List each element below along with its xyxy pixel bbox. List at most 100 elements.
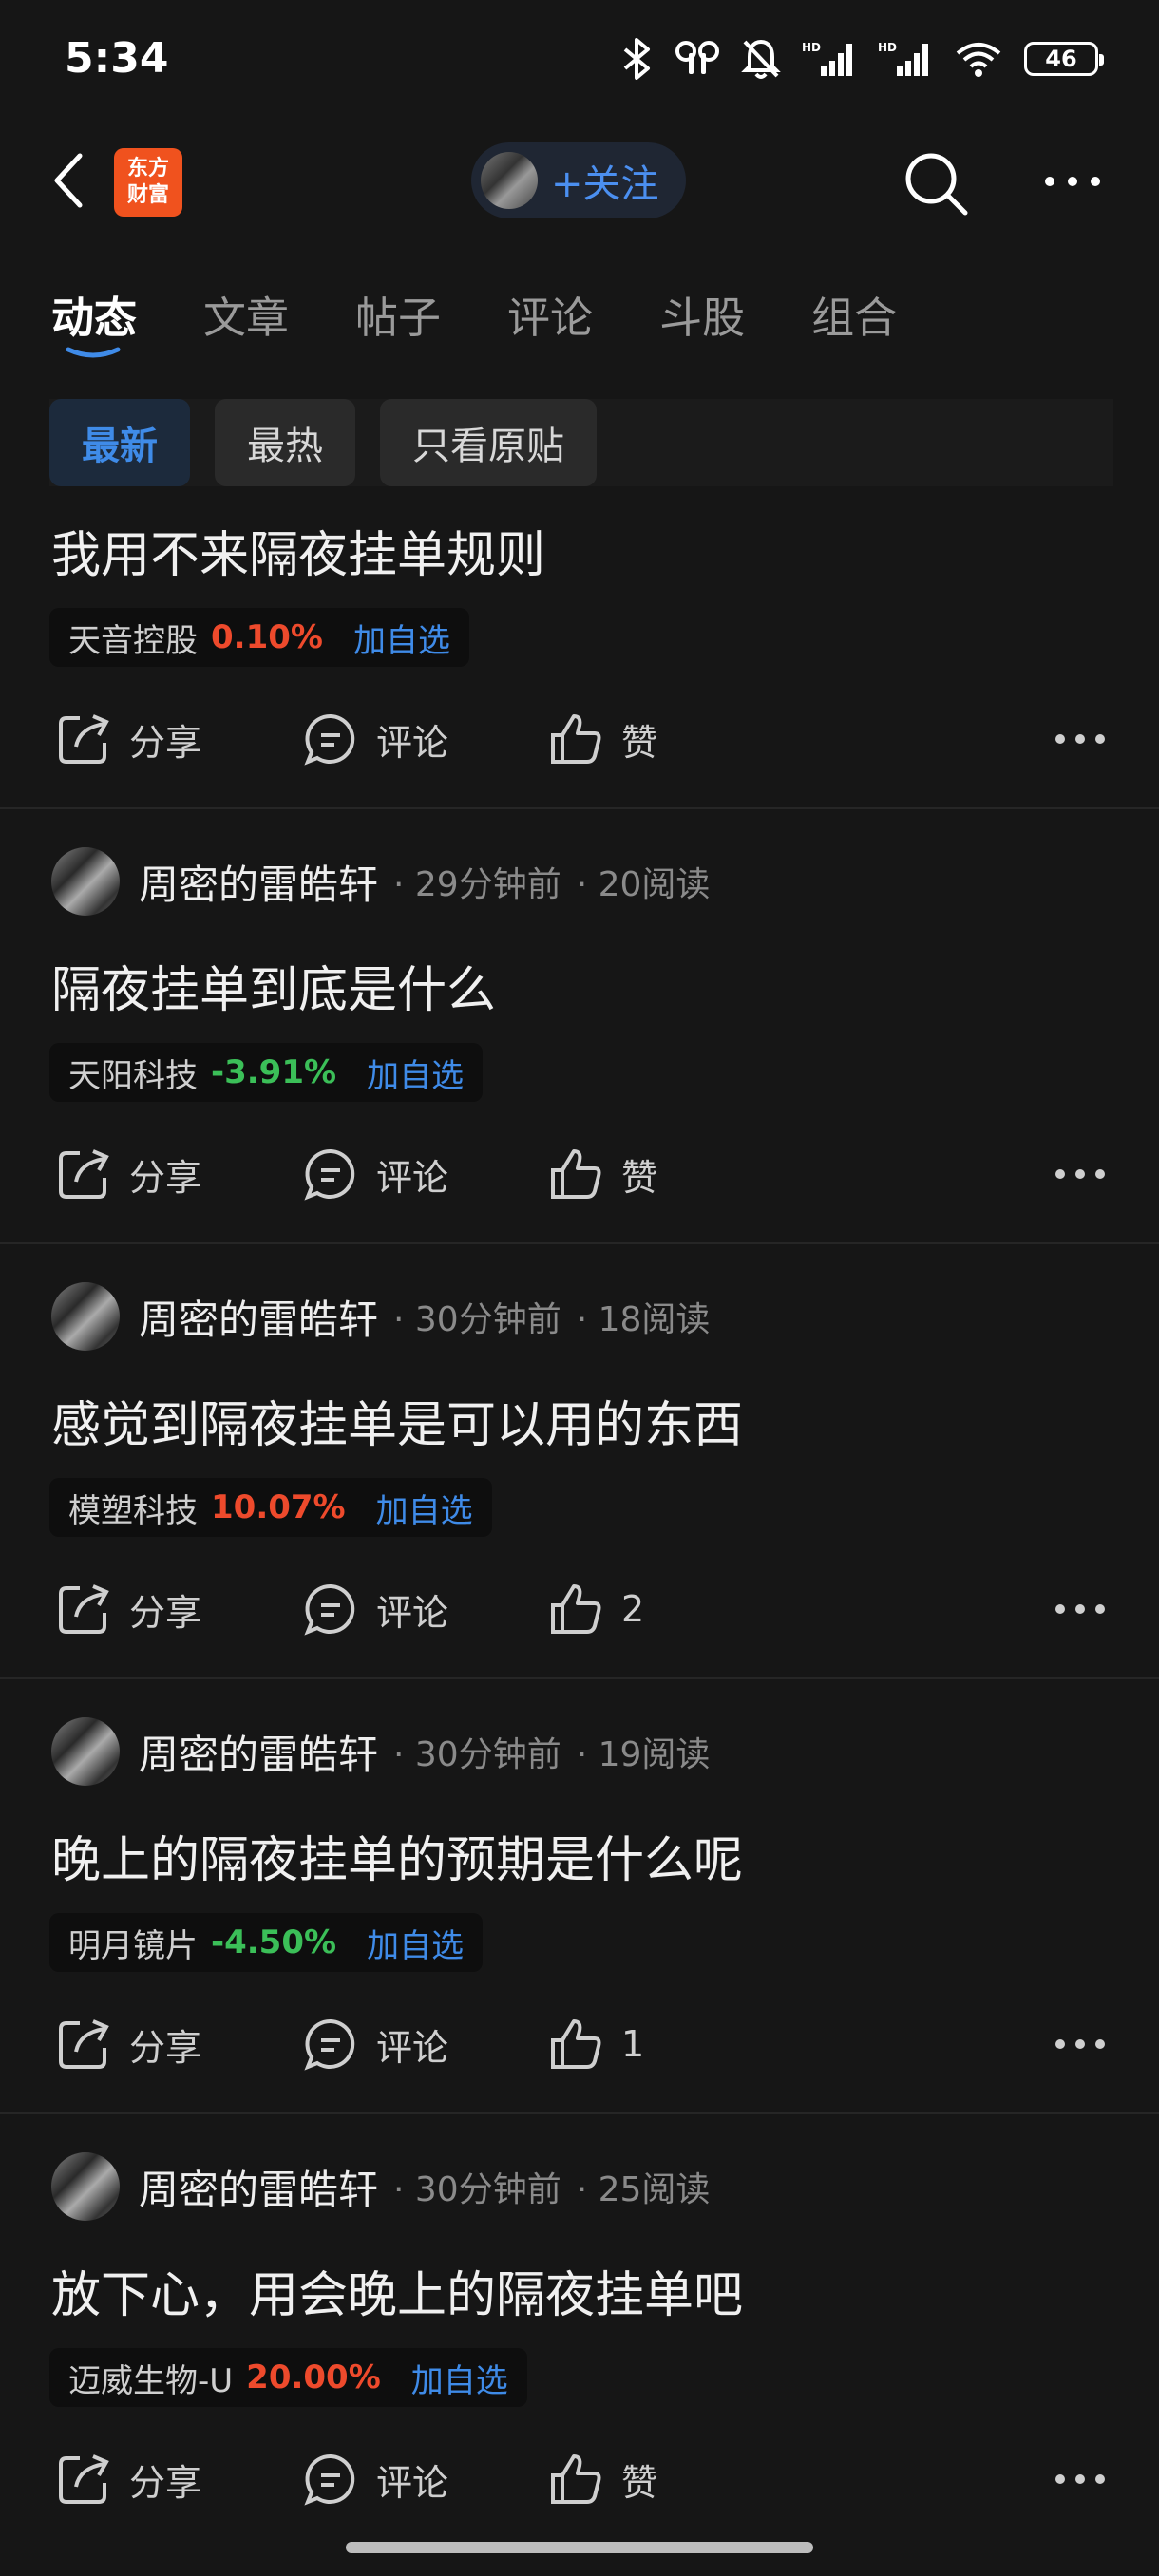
back-arrow-icon[interactable] bbox=[49, 150, 87, 211]
battery-level: 46 bbox=[1045, 46, 1077, 72]
comment-icon bbox=[304, 1148, 355, 1201]
comment-button[interactable]: 评论 bbox=[302, 701, 448, 777]
post-title[interactable]: 隔夜挂单到底是什么 bbox=[51, 950, 496, 1021]
filter-hottest[interactable]: 最热 bbox=[215, 399, 355, 486]
post-more-button[interactable] bbox=[1054, 2006, 1123, 2082]
add-watchlist-button[interactable]: 加自选 bbox=[411, 2355, 508, 2401]
post-actions: 分享 评论 2 bbox=[0, 1571, 1159, 1647]
stock-tag[interactable]: 天阳科技 -3.91% 加自选 bbox=[49, 1043, 484, 1102]
comment-button[interactable]: 评论 bbox=[302, 2006, 448, 2082]
avatar[interactable] bbox=[51, 1282, 120, 1351]
more-menu-icon[interactable] bbox=[1043, 167, 1102, 196]
status-icons: HD HD 46 bbox=[621, 38, 1104, 80]
comment-label: 评论 bbox=[376, 2461, 449, 2504]
share-icon bbox=[59, 714, 109, 764]
tab-portfolio[interactable]: 组合 bbox=[811, 283, 897, 345]
signal-hd-2-icon: HD bbox=[878, 41, 928, 76]
post-actions: 分享 评论 赞 bbox=[0, 1136, 1159, 1212]
author-name[interactable]: 周密的雷皓轩 bbox=[139, 2158, 378, 2216]
read-count: · 20阅读 bbox=[576, 865, 711, 904]
tab-posts[interactable]: 帖子 bbox=[355, 283, 441, 345]
earbuds-icon bbox=[675, 41, 719, 74]
add-watchlist-button[interactable]: 加自选 bbox=[367, 1920, 464, 1966]
post-more-button[interactable] bbox=[1054, 2441, 1123, 2517]
comment-button[interactable]: 评论 bbox=[302, 1571, 448, 1647]
post-time: · 30分钟前 bbox=[393, 1735, 561, 1774]
like-count: 1 bbox=[621, 2023, 645, 2065]
share-button[interactable]: 分享 bbox=[55, 2441, 201, 2517]
stock-tag[interactable]: 天音控股 0.10% 加自选 bbox=[49, 608, 469, 667]
stock-tag[interactable]: 模塑科技 10.07% 加自选 bbox=[49, 1478, 492, 1537]
share-button[interactable]: 分享 bbox=[55, 2006, 201, 2082]
add-watchlist-button[interactable]: 加自选 bbox=[367, 1050, 464, 1096]
top-bar: 东方 财富 +关注 bbox=[0, 133, 1159, 228]
avatar[interactable] bbox=[51, 847, 120, 916]
add-watchlist-button[interactable]: 加自选 bbox=[376, 1485, 473, 1531]
tab-stock-battle[interactable]: 斗股 bbox=[659, 283, 745, 345]
author-name[interactable]: 周密的雷皓轩 bbox=[139, 1723, 378, 1781]
post-actions: 分享 评论 赞 bbox=[0, 2441, 1159, 2517]
tab-comments[interactable]: 评论 bbox=[507, 283, 593, 345]
search-icon[interactable] bbox=[901, 148, 971, 218]
share-icon bbox=[59, 2454, 109, 2504]
stock-tag[interactable]: 明月镜片 -4.50% 加自选 bbox=[49, 1913, 484, 1972]
read-count: · 25阅读 bbox=[576, 2170, 711, 2209]
like-button[interactable]: 2 bbox=[547, 1571, 644, 1647]
filter-original-only[interactable]: 只看原贴 bbox=[380, 399, 597, 486]
comment-button[interactable]: 评论 bbox=[302, 2441, 448, 2517]
post-more-button[interactable] bbox=[1054, 701, 1123, 777]
share-label: 分享 bbox=[129, 1156, 202, 1199]
tab-active-indicator bbox=[66, 347, 121, 358]
share-button[interactable]: 分享 bbox=[55, 1136, 201, 1212]
follow-button[interactable]: +关注 bbox=[471, 142, 686, 218]
comment-label: 评论 bbox=[376, 721, 449, 764]
post-title[interactable]: 晚上的隔夜挂单的预期是什么呢 bbox=[51, 1820, 743, 1891]
post-more-button[interactable] bbox=[1054, 1571, 1123, 1647]
thumbs-up-icon bbox=[551, 2019, 601, 2069]
author-name[interactable]: 周密的雷皓轩 bbox=[139, 853, 378, 911]
svg-text:HD: HD bbox=[802, 41, 821, 54]
comment-label: 评论 bbox=[376, 1156, 449, 1199]
comment-icon bbox=[304, 1583, 355, 1636]
stock-tag[interactable]: 迈威生物-U 20.00% 加自选 bbox=[49, 2348, 527, 2407]
post-title[interactable]: 我用不来隔夜挂单规则 bbox=[51, 515, 545, 586]
thumbs-up-icon bbox=[551, 1149, 601, 1199]
post-title[interactable]: 放下心，用会晚上的隔夜挂单吧 bbox=[51, 2255, 743, 2326]
stock-change: -3.91% bbox=[211, 1053, 337, 1091]
share-label: 分享 bbox=[129, 721, 202, 764]
tab-articles[interactable]: 文章 bbox=[203, 283, 289, 345]
author-name[interactable]: 周密的雷皓轩 bbox=[139, 1288, 378, 1346]
wifi-icon bbox=[956, 43, 1001, 77]
like-button[interactable]: 1 bbox=[547, 2006, 644, 2082]
share-button[interactable]: 分享 bbox=[55, 701, 201, 777]
add-watchlist-button[interactable]: 加自选 bbox=[353, 615, 450, 661]
stock-name: 明月镜片 bbox=[68, 1926, 198, 1965]
post-title[interactable]: 感觉到隔夜挂单是可以用的东西 bbox=[51, 1385, 743, 1456]
post-header: 周密的雷皓轩 · 30分钟前 · 25阅读 bbox=[51, 2152, 710, 2221]
comment-button[interactable]: 评论 bbox=[302, 1136, 448, 1212]
post-time: · 29分钟前 bbox=[393, 865, 561, 904]
stock-change: 10.07% bbox=[211, 1488, 346, 1526]
share-icon bbox=[59, 2019, 109, 2069]
home-indicator[interactable] bbox=[346, 2542, 813, 2553]
like-button[interactable]: 赞 bbox=[547, 701, 657, 777]
like-button[interactable]: 赞 bbox=[547, 2441, 657, 2517]
app-logo[interactable]: 东方 财富 bbox=[114, 148, 182, 217]
read-count: · 19阅读 bbox=[576, 1735, 711, 1774]
avatar[interactable] bbox=[51, 2152, 120, 2221]
like-count: 2 bbox=[621, 1588, 645, 1630]
more-icon bbox=[1055, 734, 1105, 744]
post-more-button[interactable] bbox=[1054, 1136, 1123, 1212]
tab-dynamic[interactable]: 动态 bbox=[51, 283, 137, 358]
tab-bar: 动态 文章 帖子 评论 斗股 组合 bbox=[51, 283, 963, 358]
stock-name: 迈威生物-U bbox=[68, 2361, 234, 2400]
battery-indicator: 46 bbox=[1024, 42, 1104, 76]
svg-text:HD: HD bbox=[878, 41, 897, 54]
filter-bar: 最新 最热 只看原贴 bbox=[49, 399, 1113, 486]
filter-latest[interactable]: 最新 bbox=[49, 399, 190, 486]
share-button[interactable]: 分享 bbox=[55, 1571, 201, 1647]
divider bbox=[0, 2112, 1159, 2114]
like-button[interactable]: 赞 bbox=[547, 1136, 657, 1212]
avatar[interactable] bbox=[51, 1717, 120, 1786]
status-bar: 5:34 HD HD 46 bbox=[0, 0, 1159, 123]
